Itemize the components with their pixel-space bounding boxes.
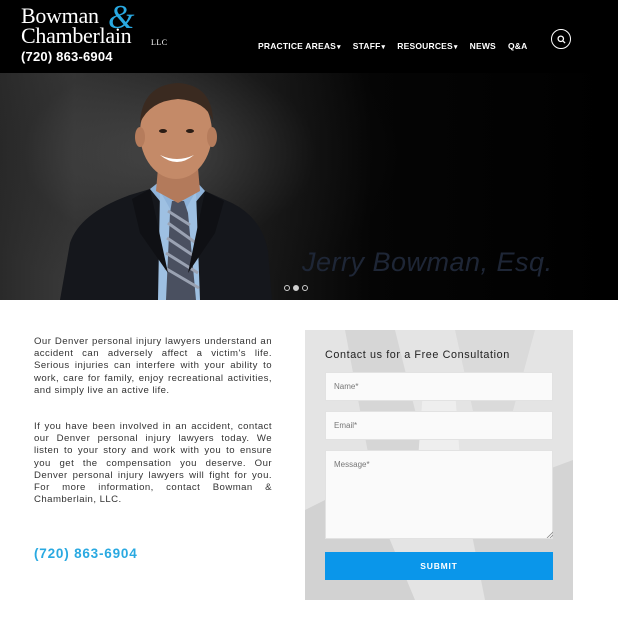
email-field[interactable]: [325, 411, 553, 440]
nav-item-qa[interactable]: Q&A: [508, 41, 528, 51]
chevron-down-icon: ▾: [381, 44, 386, 51]
nav-label: Q&A: [507, 41, 528, 51]
hero-slider: Jerry Bowman, Esq.: [0, 73, 618, 300]
logo-text-chamberlain: Chamberlain: [21, 23, 132, 48]
nav-item-news[interactable]: NEWS: [470, 41, 496, 51]
submit-button[interactable]: SUBMIT: [325, 552, 553, 580]
hero-caption: Jerry Bowman, Esq.: [302, 247, 553, 277]
slider-dot-1[interactable]: [284, 285, 290, 291]
search-icon: [556, 34, 566, 44]
intro-paragraph: Our Denver personal injury lawyers under…: [34, 336, 272, 396]
nav-item-resources[interactable]: RESOURCES▾: [397, 41, 457, 51]
chevron-down-icon: ▾: [337, 44, 341, 51]
form-title: Contact us for a Free Consultation: [325, 349, 510, 361]
chevron-down-icon: ▾: [453, 44, 458, 51]
search-button[interactable]: [551, 29, 571, 49]
nav-label: RESOURCES: [397, 41, 453, 51]
header-phone[interactable]: (720) 863-6904: [21, 49, 113, 64]
nav-label: PRACTICE AREAS: [258, 41, 337, 51]
logo-llc: LLC: [151, 38, 168, 47]
nav-label: NEWS: [469, 41, 496, 51]
nav-item-practice-areas[interactable]: PRACTICE AREAS▾: [258, 41, 341, 51]
name-field[interactable]: [325, 372, 553, 401]
slider-dot-3[interactable]: [302, 285, 308, 291]
main-nav: PRACTICE AREAS▾ STAFF▾ RESOURCES▾ NEWS Q…: [258, 41, 527, 51]
nav-item-staff[interactable]: STAFF▾: [353, 41, 385, 51]
intro-paragraph: If you have been involved in an accident…: [34, 421, 272, 506]
message-field[interactable]: [325, 450, 553, 539]
resize-handle-icon[interactable]: [546, 531, 553, 538]
intro-phone-link[interactable]: (720) 863-6904: [34, 546, 138, 561]
intro-text: Our Denver personal injury lawyers under…: [34, 336, 272, 530]
slider-dots: [284, 285, 308, 291]
contact-form-panel: Contact us for a Free Consultation SUBMI…: [305, 330, 573, 600]
site-header: Bowman & Chamberlain LLC (720) 863-6904 …: [0, 0, 618, 73]
site-logo[interactable]: Bowman & Chamberlain LLC (720) 863-6904: [21, 0, 181, 66]
nav-label: STAFF: [352, 41, 381, 51]
slider-dot-2[interactable]: [293, 285, 299, 291]
